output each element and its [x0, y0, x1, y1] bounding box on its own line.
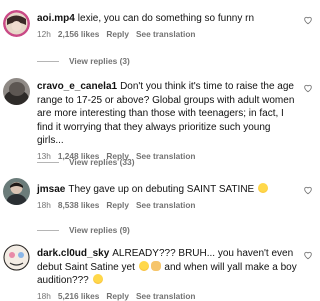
replies-divider	[37, 60, 59, 62]
comment-time: 12h	[37, 28, 51, 39]
see-translation-button[interactable]: See translation	[136, 151, 195, 161]
view-replies-button[interactable]: View replies (9)	[37, 225, 130, 235]
avatar[interactable]	[3, 78, 30, 105]
heart-icon[interactable]	[303, 250, 313, 260]
comment-meta: 18h 8,538 likes Reply See translation	[37, 200, 298, 210]
view-replies-label: View replies (33)	[69, 157, 135, 167]
hand-emoji	[150, 260, 161, 271]
comment-text: jmsae They gave up on debuting SAINT SATI…	[37, 183, 298, 197]
replies-divider	[37, 229, 59, 231]
comment-meta: 12h 2,156 likes Reply See translation	[37, 29, 298, 39]
avatar[interactable]	[3, 10, 30, 37]
see-translation-button[interactable]: See translation	[136, 291, 195, 301]
view-replies-label: View replies (3)	[69, 56, 130, 66]
likes-count[interactable]: 2,156 likes	[58, 29, 100, 39]
replies-divider	[37, 161, 59, 163]
comment-time: 18h	[37, 290, 51, 301]
heart-icon[interactable]	[303, 185, 313, 195]
reply-button[interactable]: Reply	[106, 29, 129, 39]
comment-time: 18h	[37, 199, 51, 210]
comment-username[interactable]: cravo_e_canela1	[37, 81, 117, 92]
likes-count[interactable]: 5,216 likes	[58, 291, 100, 301]
heart-icon[interactable]	[303, 83, 313, 93]
comment-username[interactable]: dark.cl0ud_sky	[37, 248, 109, 259]
comment-body: They gave up on debuting SAINT SATINE	[68, 184, 255, 195]
comment-username[interactable]: aoi.mp4	[37, 13, 75, 24]
view-replies-button[interactable]: View replies (33)	[37, 157, 134, 167]
crying-face-emoji	[92, 274, 103, 285]
heart-icon[interactable]	[303, 15, 313, 25]
comment-text: aoi.mp4 lexie, you can do something so fu…	[37, 12, 298, 26]
comment-username[interactable]: jmsae	[37, 184, 65, 195]
reply-button[interactable]: Reply	[106, 200, 129, 210]
laughing-face-emoji	[258, 183, 268, 193]
likes-count[interactable]: 8,538 likes	[58, 200, 100, 210]
see-translation-button[interactable]: See translation	[136, 29, 195, 39]
view-replies-button[interactable]: View replies (3)	[37, 56, 130, 66]
avatar[interactable]	[3, 178, 30, 205]
comment-text: cravo_e_canela1 Don't you think it's time…	[37, 80, 298, 148]
reply-button[interactable]: Reply	[106, 291, 129, 301]
avatar[interactable]	[3, 244, 30, 271]
comment-text: dark.cl0ud_sky ALREADY??? BRUH... you hav…	[37, 247, 298, 288]
comment-body: lexie, you can do something so funny rn	[77, 13, 255, 24]
crying-face-emoji	[138, 260, 149, 271]
view-replies-label: View replies (9)	[69, 225, 130, 235]
see-translation-button[interactable]: See translation	[136, 200, 195, 210]
comment-meta: 18h 5,216 likes Reply See translation	[37, 291, 298, 301]
